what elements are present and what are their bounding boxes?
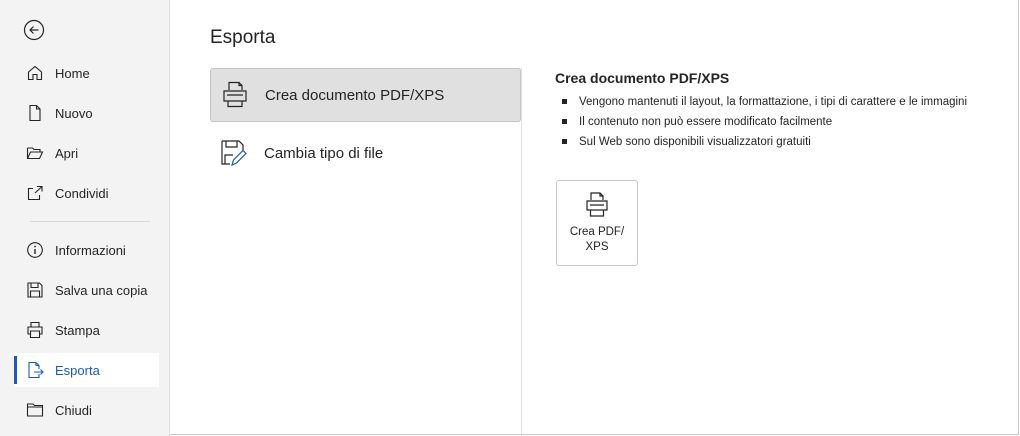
printer-icon (26, 321, 44, 339)
sidebar-item-label: Condividi (55, 185, 109, 201)
backstage-sidebar: Home Nuovo Apri Condividi Informazioni S… (0, 0, 170, 436)
share-icon (26, 184, 44, 202)
panel-divider (521, 68, 522, 436)
pdf-printer-icon (584, 191, 610, 219)
sidebar-item-salva-una-copia[interactable]: Salva una copia (14, 273, 159, 307)
back-arrow-circle-icon (23, 19, 45, 41)
sidebar-item-label: Informazioni (55, 242, 126, 258)
export-option-create-pdf-xps[interactable]: Crea documento PDF/XPS (210, 68, 521, 122)
feature-list: Vengono mantenuti il layout, la formatta… (555, 92, 1005, 152)
page-title: Esporta (210, 27, 276, 48)
sidebar-item-stampa[interactable]: Stampa (14, 313, 159, 347)
list-item: Vengono mantenuti il layout, la formatta… (555, 92, 1005, 112)
sidebar-item-label: Apri (55, 145, 79, 161)
sidebar-item-chiudi[interactable]: Chiudi (14, 393, 159, 427)
sidebar-item-nuovo[interactable]: Nuovo (14, 96, 159, 130)
sidebar-item-label: Home (55, 65, 90, 81)
sidebar-item-label: Nuovo (55, 105, 93, 121)
info-icon (26, 241, 44, 259)
sidebar-item-label: Stampa (55, 322, 100, 338)
export-option-label: Cambia tipo di file (264, 144, 384, 162)
export-option-label: Crea documento PDF/XPS (265, 86, 445, 104)
detail-title: Crea documento PDF/XPS (555, 70, 730, 86)
list-item: Il contenuto non può essere modificato f… (555, 112, 1005, 132)
create-pdf-xps-button[interactable]: Crea PDF/XPS (556, 180, 638, 266)
sidebar-item-label: Chiudi (55, 402, 92, 418)
sidebar-item-informazioni[interactable]: Informazioni (14, 233, 159, 267)
sidebar-item-label: Esporta (55, 362, 100, 378)
sidebar-divider (30, 221, 150, 222)
sidebar-item-condividi[interactable]: Condividi (14, 176, 159, 210)
back-button[interactable] (22, 18, 46, 42)
sidebar-item-home[interactable]: Home (14, 56, 159, 90)
folder-open-icon (26, 144, 44, 162)
sidebar-item-esporta[interactable]: Esporta (14, 353, 159, 387)
detail-panel: Crea documento PDF/XPS Vengono mantenuti… (555, 70, 1005, 152)
pdf-printer-icon (219, 79, 251, 111)
new-document-icon (26, 104, 44, 122)
sidebar-item-apri[interactable]: Apri (14, 136, 159, 170)
close-folder-icon (26, 401, 44, 419)
home-icon (26, 64, 44, 82)
change-file-type-icon (218, 137, 250, 169)
export-icon (26, 361, 44, 379)
create-pdf-xps-label: Crea PDF/XPS (569, 226, 625, 253)
list-item: Sul Web sono disponibili visualizzatori … (555, 132, 1005, 152)
save-copy-icon (26, 281, 44, 299)
sidebar-item-label: Salva una copia (55, 282, 148, 298)
export-option-change-file-type[interactable]: Cambia tipo di file (210, 126, 521, 180)
